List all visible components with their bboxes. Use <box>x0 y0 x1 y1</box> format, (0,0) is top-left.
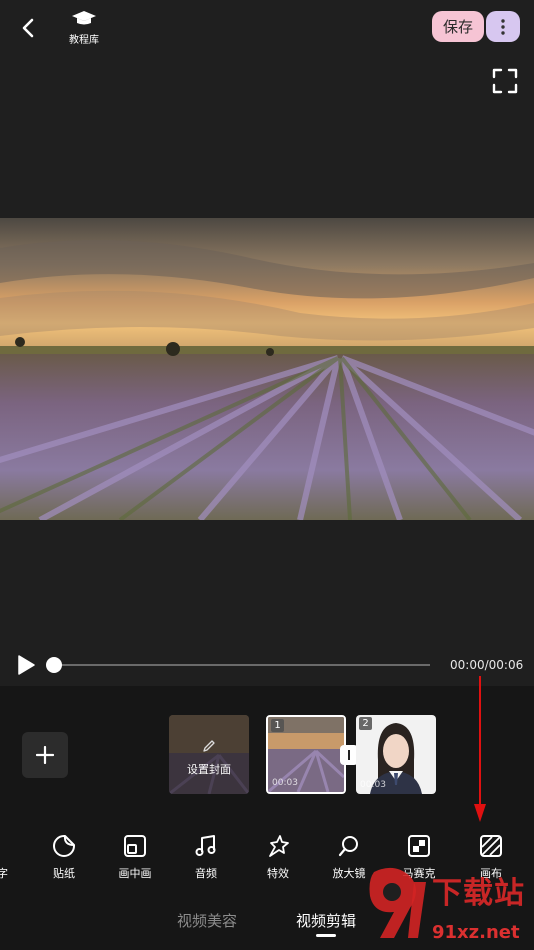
tool-sticker[interactable]: 贴纸 <box>38 828 90 884</box>
play-button[interactable] <box>16 655 36 675</box>
add-clip-button[interactable] <box>22 732 68 778</box>
clip-duration: 00:03 <box>272 778 298 788</box>
picture-in-picture-icon <box>124 835 146 857</box>
canvas-icon <box>480 835 502 857</box>
watermark-url: 91xz.net <box>432 922 520 943</box>
more-options-button[interactable] <box>486 11 520 42</box>
watermark-logo <box>369 867 426 938</box>
watermark-text: 下载站 <box>432 876 525 911</box>
set-cover-button[interactable]: 设置封面 <box>169 715 249 794</box>
fullscreen-icon <box>492 68 518 94</box>
play-icon <box>18 655 35 675</box>
mosaic-icon <box>408 835 430 857</box>
magnifier-icon <box>338 836 358 857</box>
back-arrow-icon <box>22 18 34 38</box>
music-icon <box>195 835 216 856</box>
tool-label: 特效 <box>267 867 289 880</box>
text-icon <box>0 834 8 858</box>
timeline-clip-2[interactable]: 2 00:03 <box>356 715 436 794</box>
tool-label: 音频 <box>195 867 217 880</box>
top-bar: 教程库 保存 <box>0 0 534 56</box>
time-display: 00:00/00:06 <box>450 658 524 672</box>
plus-icon <box>36 746 54 764</box>
lavender-field-image <box>0 218 534 520</box>
tutorial-library-button[interactable]: 教程库 <box>64 10 104 46</box>
tutorial-library-label: 教程库 <box>69 35 99 46</box>
timeline-clip-1[interactable]: 1 00:03 <box>266 715 346 794</box>
watermark: 下载站 91xz.net <box>364 862 534 950</box>
clip-number: 1 <box>271 719 284 732</box>
back-button[interactable] <box>14 14 42 42</box>
tool-label: 画中画 <box>118 867 152 880</box>
tool-label: 字 <box>0 867 8 880</box>
transition-icon <box>348 750 350 760</box>
vertical-dots-icon <box>501 18 505 35</box>
clip-number: 2 <box>359 717 372 730</box>
tool-audio[interactable]: 音频 <box>180 828 232 884</box>
tool-text[interactable]: 字 <box>0 828 8 884</box>
progress-track[interactable] <box>54 664 430 666</box>
active-tab-indicator <box>316 934 336 937</box>
tool-label: 贴纸 <box>53 867 75 880</box>
video-preview[interactable] <box>0 218 534 520</box>
tool-picture-in-picture[interactable]: 画中画 <box>109 828 161 884</box>
annotation-arrow-icon <box>474 676 486 822</box>
sticker-icon <box>53 835 75 857</box>
tool-effects[interactable]: 特效 <box>252 828 304 884</box>
tab-video-beauty[interactable]: 视频美容 <box>177 910 237 931</box>
save-button[interactable]: 保存 <box>432 11 484 42</box>
pencil-icon <box>203 740 215 752</box>
tab-video-edit[interactable]: 视频剪辑 <box>296 910 356 931</box>
clip-duration: 00:03 <box>360 780 386 790</box>
effects-icon <box>269 835 289 857</box>
cover-overlay <box>169 715 249 794</box>
set-cover-label: 设置封面 <box>187 763 231 776</box>
graduation-cap-icon <box>72 11 96 25</box>
playback-bar: 00:00/00:06 <box>0 650 534 680</box>
progress-knob[interactable] <box>46 657 62 673</box>
fullscreen-button[interactable] <box>492 68 518 94</box>
